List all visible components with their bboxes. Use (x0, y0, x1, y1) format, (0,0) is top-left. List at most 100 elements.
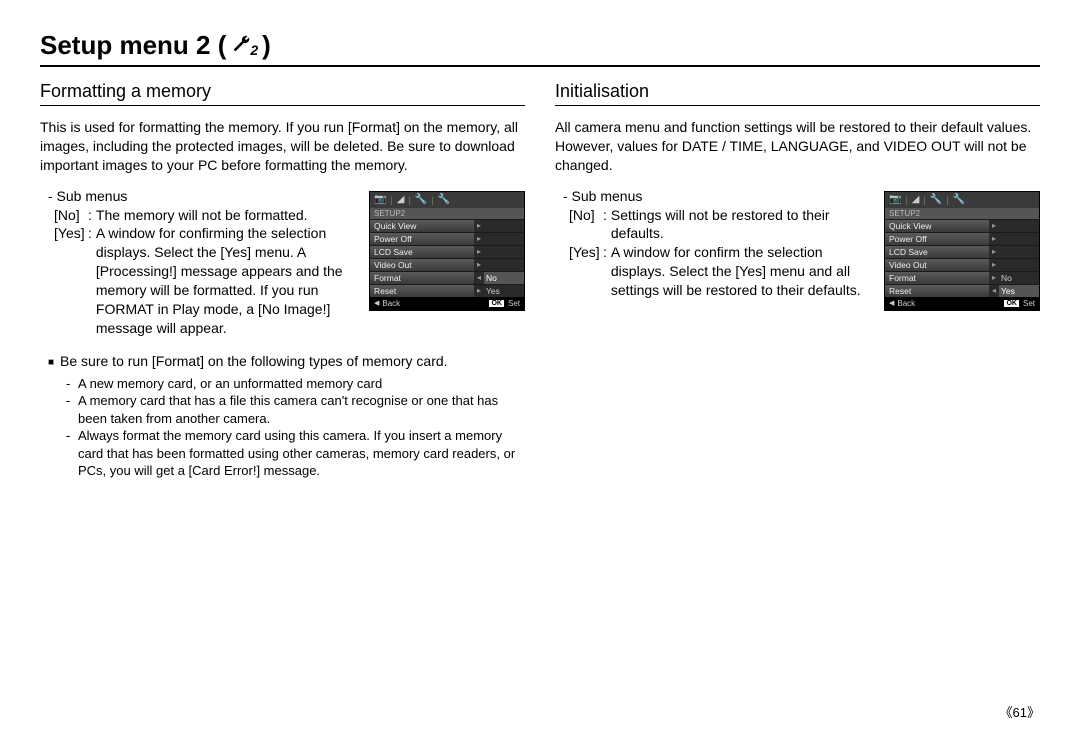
section-heading: Initialisation (555, 81, 1040, 106)
menu-row: Power Off▸ (370, 232, 524, 245)
arrow-icon: ◂ (474, 272, 484, 284)
menu-tabbar: 📷|◢|🔧|🔧 (370, 192, 524, 208)
menu-row: Quick View▸ (885, 219, 1039, 232)
menu-row-value: No (999, 272, 1039, 284)
title-suffix: ) (262, 30, 271, 61)
menu-row-value (999, 259, 1039, 271)
arrow-icon: ▸ (474, 259, 484, 271)
arrow-icon: ▸ (989, 220, 999, 232)
camera-icon: 📷 (889, 194, 901, 205)
menu-row: Video Out▸ (885, 258, 1039, 271)
menu-row-value (484, 246, 524, 258)
no-val: Settings will not be restored to their d… (611, 206, 872, 244)
yes-key: [Yes] (54, 224, 88, 337)
arrow-icon: ▸ (989, 259, 999, 271)
menu-row: Reset◂Yes (885, 284, 1039, 297)
menu-row-label: Video Out (885, 259, 989, 271)
set-label: Set (508, 299, 520, 308)
submenus-label: - Sub menus (563, 187, 872, 206)
menu-row-label: Quick View (370, 220, 474, 232)
list-item: -A memory card that has a file this came… (66, 392, 525, 427)
title-prefix: Setup menu 2 ( (40, 30, 226, 61)
menu-row: Quick View▸ (370, 219, 524, 232)
square-bullet-icon: ■ (48, 352, 54, 371)
menu-row-label: Format (370, 272, 474, 284)
menu-row-value (484, 233, 524, 245)
arrow-icon: ▸ (989, 246, 999, 258)
submenus-block: - Sub menus [No] : Settings will not be … (555, 187, 872, 300)
menu-row-label: Quick View (885, 220, 989, 232)
menu-row-label: Power Off (370, 233, 474, 245)
right-column: Initialisation All camera menu and funct… (555, 81, 1040, 480)
menu-row: Reset▸Yes (370, 284, 524, 297)
arrow-icon: ▸ (474, 220, 484, 232)
menu-row: Power Off▸ (885, 232, 1039, 245)
ok-badge: OK (1004, 300, 1019, 307)
yes-val: A window for confirm the selection displ… (611, 243, 872, 300)
section-heading: Formatting a memory (40, 81, 525, 106)
menu-tabbar: 📷|◢|🔧|🔧 (885, 192, 1039, 208)
arrow-icon: ▸ (989, 233, 999, 245)
submenus-block: - Sub menus [No] : The memory will not b… (40, 187, 357, 338)
back-label: Back (382, 299, 400, 308)
yes-val: A window for confirming the selection di… (96, 224, 357, 337)
no-key: [No] (569, 206, 603, 244)
wrench1-icon: 🔧 (930, 194, 942, 205)
wrench1-icon: 🔧 (415, 194, 427, 205)
menu-footer: ◀BackOKSet (885, 297, 1039, 310)
menu-row: LCD Save▸ (885, 245, 1039, 258)
arrow-icon: ▸ (474, 246, 484, 258)
menu-row-label: Format (885, 272, 989, 284)
camera-icon: 📷 (374, 194, 386, 205)
menu-row-value: Yes (999, 285, 1039, 297)
icon-subscript: 2 (250, 42, 258, 58)
menu-row-value (484, 259, 524, 271)
menu-row-value (999, 220, 1039, 232)
setup-label: SETUP2 (370, 208, 524, 219)
camera-menu-screenshot: 📷|◢|🔧|🔧SETUP2Quick View▸Power Off▸LCD Sa… (369, 191, 525, 311)
setup-label: SETUP2 (885, 208, 1039, 219)
menu-row-label: LCD Save (370, 246, 474, 258)
menu-row-label: Reset (370, 285, 474, 297)
no-val: The memory will not be formatted. (96, 206, 357, 225)
submenus-label: - Sub menus (48, 187, 357, 206)
menu-row-value: No (484, 272, 524, 284)
yes-key: [Yes] (569, 243, 603, 300)
intro-text: All camera menu and function settings wi… (555, 118, 1040, 175)
sound-icon: ◢ (912, 194, 920, 205)
menu-row-label: Reset (885, 285, 989, 297)
menu-row: Video Out▸ (370, 258, 524, 271)
arrow-icon: ▸ (474, 233, 484, 245)
menu-row-value (484, 220, 524, 232)
left-column: Formatting a memory This is used for for… (40, 81, 525, 480)
menu-row-value (999, 233, 1039, 245)
wrench2-icon: 🔧 (438, 194, 450, 205)
menu-row-label: Video Out (370, 259, 474, 271)
wrench-icon: 2 (230, 33, 258, 58)
menu-row: Format◂No (370, 271, 524, 284)
page-title: Setup menu 2 ( 2 ) (40, 30, 1040, 67)
page-number: 《61》 (1000, 702, 1040, 721)
arrow-icon: ▸ (474, 285, 484, 297)
intro-text: This is used for formatting the memory. … (40, 118, 525, 175)
back-label: Back (897, 299, 915, 308)
list-item: -Always format the memory card using thi… (66, 427, 525, 480)
set-label: Set (1023, 299, 1035, 308)
wrench2-icon: 🔧 (953, 194, 965, 205)
menu-row-label: LCD Save (885, 246, 989, 258)
sound-icon: ◢ (397, 194, 405, 205)
menu-footer: ◀Back OK Set (370, 297, 524, 310)
no-key: [No] (54, 206, 88, 225)
menu-row-label: Power Off (885, 233, 989, 245)
list-item: -A new memory card, or an unformatted me… (66, 375, 525, 393)
menu-row-value (999, 246, 1039, 258)
menu-row-value: Yes (484, 285, 524, 297)
bullet-note: ■ Be sure to run [Format] on the followi… (40, 352, 525, 371)
camera-menu-screenshot: 📷|◢|🔧|🔧SETUP2Quick View▸Power Off▸LCD Sa… (884, 191, 1040, 311)
menu-row: LCD Save▸ (370, 245, 524, 258)
menu-row: Format▸No (885, 271, 1039, 284)
left-arrow-icon: ◀ (374, 299, 379, 307)
ok-badge: OK (489, 300, 504, 307)
arrow-icon: ▸ (989, 272, 999, 284)
arrow-icon: ◂ (989, 285, 999, 297)
